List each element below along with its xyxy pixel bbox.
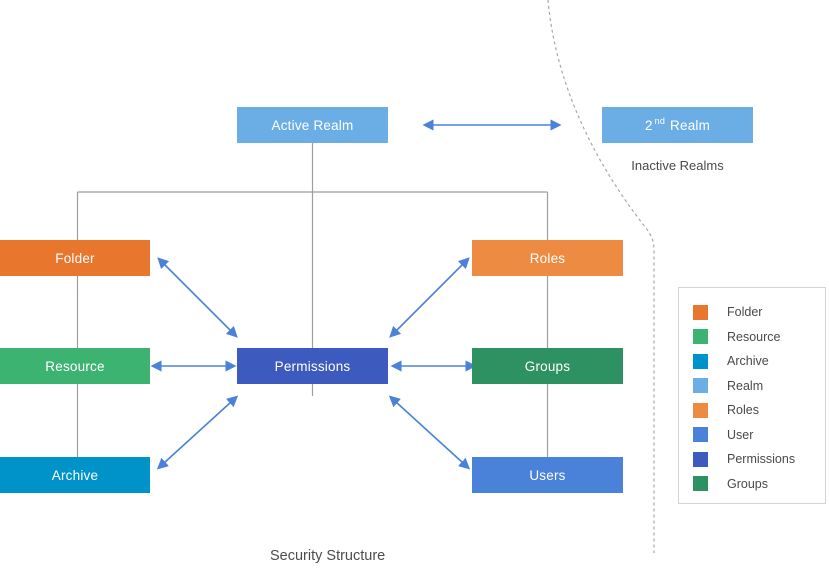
- legend-swatch-realm: [693, 378, 708, 394]
- legend-item[interactable]: Archive: [679, 349, 825, 374]
- node-active-realm[interactable]: Active Realm: [237, 107, 388, 143]
- legend: Folder Resource Archive Realm Roles User…: [678, 287, 826, 504]
- legend-swatch-archive: [693, 353, 708, 369]
- diagram-title: Security Structure: [270, 548, 386, 564]
- node-second-realm-label: 2nd Realm: [644, 116, 711, 133]
- node-users-label: Users: [529, 467, 566, 483]
- node-folder[interactable]: Folder: [0, 240, 150, 276]
- legend-label-roles: Roles: [727, 403, 759, 418]
- node-roles[interactable]: Roles: [472, 240, 623, 276]
- node-second-realm-label-ordinal: nd: [654, 116, 666, 126]
- legend-item[interactable]: Permissions: [679, 447, 825, 472]
- node-users[interactable]: Users: [472, 457, 623, 493]
- node-permissions-label: Permissions: [274, 358, 351, 374]
- legend-swatch-roles: [693, 402, 708, 418]
- legend-label-folder: Folder: [727, 305, 763, 320]
- legend-label-archive: Archive: [727, 354, 769, 369]
- inactive-realms-caption: Inactive Realms: [631, 158, 724, 173]
- node-resource-label: Resource: [45, 358, 105, 374]
- arrow-archive-permissions: [156, 395, 239, 470]
- legend-item[interactable]: Resource: [679, 325, 825, 350]
- node-active-realm-label: Active Realm: [271, 117, 354, 133]
- node-permissions[interactable]: Permissions: [237, 348, 388, 384]
- legend-item[interactable]: Groups: [679, 472, 825, 497]
- legend-swatch-folder: [693, 304, 708, 320]
- node-archive-label: Archive: [51, 467, 99, 483]
- node-second-realm[interactable]: 2nd Realm: [602, 107, 753, 143]
- legend-swatch-permissions: [693, 451, 708, 467]
- legend-swatch-user: [693, 427, 708, 443]
- legend-swatch-groups: [693, 476, 708, 492]
- node-second-realm-label-number: 2: [644, 117, 653, 133]
- node-folder-label: Folder: [55, 250, 95, 266]
- legend-item[interactable]: Folder: [679, 300, 825, 325]
- legend-label-resource: Resource: [727, 329, 781, 344]
- diagram-canvas: Active Realm 2nd Realm Inactive Realms F…: [0, 0, 829, 572]
- legend-swatch-resource: [693, 329, 708, 345]
- node-groups[interactable]: Groups: [472, 348, 623, 384]
- legend-label-permissions: Permissions: [727, 452, 796, 467]
- legend-label-user: User: [727, 427, 754, 442]
- node-resource[interactable]: Resource: [0, 348, 150, 384]
- legend-item[interactable]: Roles: [679, 398, 825, 423]
- node-groups-label: Groups: [524, 358, 571, 374]
- arrow-folder-permissions: [157, 257, 238, 338]
- arrow-permissions-users: [388, 395, 471, 470]
- legend-label-realm: Realm: [727, 378, 764, 393]
- legend-item[interactable]: Realm: [679, 374, 825, 399]
- legend-label-groups: Groups: [727, 476, 768, 491]
- node-roles-label: Roles: [529, 250, 566, 266]
- arrow-permissions-roles: [389, 257, 470, 338]
- legend-item[interactable]: User: [679, 423, 825, 448]
- node-archive[interactable]: Archive: [0, 457, 150, 493]
- node-second-realm-label-word: Realm: [670, 117, 711, 133]
